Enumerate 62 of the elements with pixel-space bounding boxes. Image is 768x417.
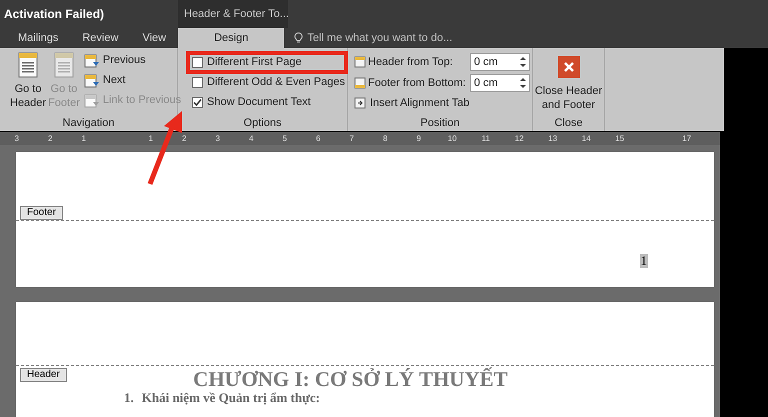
page-icon — [52, 52, 75, 78]
field-label: Footer from Bottom: — [368, 76, 467, 91]
lightbulb-icon — [294, 32, 304, 44]
field-label: Header from Top: — [368, 54, 454, 70]
ruler-number: 1 — [148, 132, 153, 144]
spin-field[interactable]: 0 cm — [470, 74, 530, 92]
footer-tag: Footer — [20, 206, 63, 220]
spin-field[interactable]: 0 cm — [470, 53, 530, 71]
ruler-number: 3 — [14, 132, 19, 144]
spin-arrows-icon[interactable] — [520, 56, 526, 68]
page-arrow-icon — [84, 94, 100, 108]
group-label: Close — [553, 116, 584, 131]
checkbox[interactable] — [192, 56, 203, 68]
ruler-number: 6 — [316, 132, 320, 144]
checkbox[interactable] — [192, 96, 203, 108]
close-icon — [558, 56, 580, 78]
ruler-number: 13 — [548, 132, 558, 144]
ruler-number: 11 — [482, 132, 490, 144]
ruler-number: 5 — [282, 132, 287, 144]
ruler-number: 17 — [682, 132, 692, 144]
group-label: Navigation — [62, 116, 116, 131]
window-title: Activation Failed) — [3, 6, 106, 23]
navigation-button[interactable]: Next — [84, 72, 182, 89]
ruler-number: 15 — [615, 132, 624, 144]
list-item-text: Khái niệm về Quản trị ẩm thực: — [142, 391, 320, 405]
checkbox-label: Different First Page — [207, 54, 302, 70]
page-number: 1 — [640, 254, 648, 268]
ruler-number: 4 — [249, 132, 254, 144]
ruler-number: 2 — [48, 132, 52, 144]
ruler-number: 1 — [82, 132, 86, 144]
group-label: Position — [419, 116, 461, 131]
margin-icon — [354, 77, 366, 89]
checkbox[interactable] — [192, 76, 203, 88]
header-tag: Header — [20, 368, 67, 382]
ruler-number: 14 — [582, 132, 591, 144]
tell-me-field[interactable]: Tell me what you want to do... — [307, 30, 508, 46]
margin-icon — [354, 56, 366, 68]
ruler-number: 12 — [514, 132, 524, 144]
checkbox-label: Show Document Text — [207, 94, 311, 110]
checkbox-label: Different Odd & Even Pages — [207, 74, 345, 90]
ribbon-tab[interactable]: View — [130, 28, 178, 48]
ruler-number: 3 — [216, 132, 220, 144]
group-label: Options — [242, 116, 282, 131]
page-arrow-icon — [84, 74, 100, 88]
insert-alignment-tab-button[interactable]: Insert Alignment Tab — [354, 95, 532, 111]
ribbon-tab[interactable]: Mailings — [6, 28, 70, 48]
ruler-number: 9 — [416, 132, 421, 144]
list-number: 1. — [124, 391, 134, 405]
ribbon-tab[interactable]: Review — [70, 28, 130, 48]
navigation-button[interactable]: Previous — [84, 52, 182, 69]
chapter-heading: CHƯƠNG I: CƠ SỞ LÝ THUYẾT — [193, 367, 508, 391]
context-tab-title: Header & Footer To... — [178, 0, 288, 28]
ribbon-tab[interactable]: Design — [178, 28, 284, 48]
page-icon — [17, 52, 40, 78]
page-arrow-icon — [84, 54, 100, 68]
go-to-button[interactable]: Go to Header — [10, 52, 46, 115]
ruler-number: 2 — [182, 132, 186, 144]
ruler-number: 7 — [350, 132, 354, 144]
ruler-number: 8 — [383, 132, 388, 144]
spin-arrows-icon[interactable] — [520, 77, 526, 89]
ruler-number: 10 — [448, 132, 457, 144]
close-header-footer-button[interactable]: Close Header and Footer — [533, 48, 604, 115]
